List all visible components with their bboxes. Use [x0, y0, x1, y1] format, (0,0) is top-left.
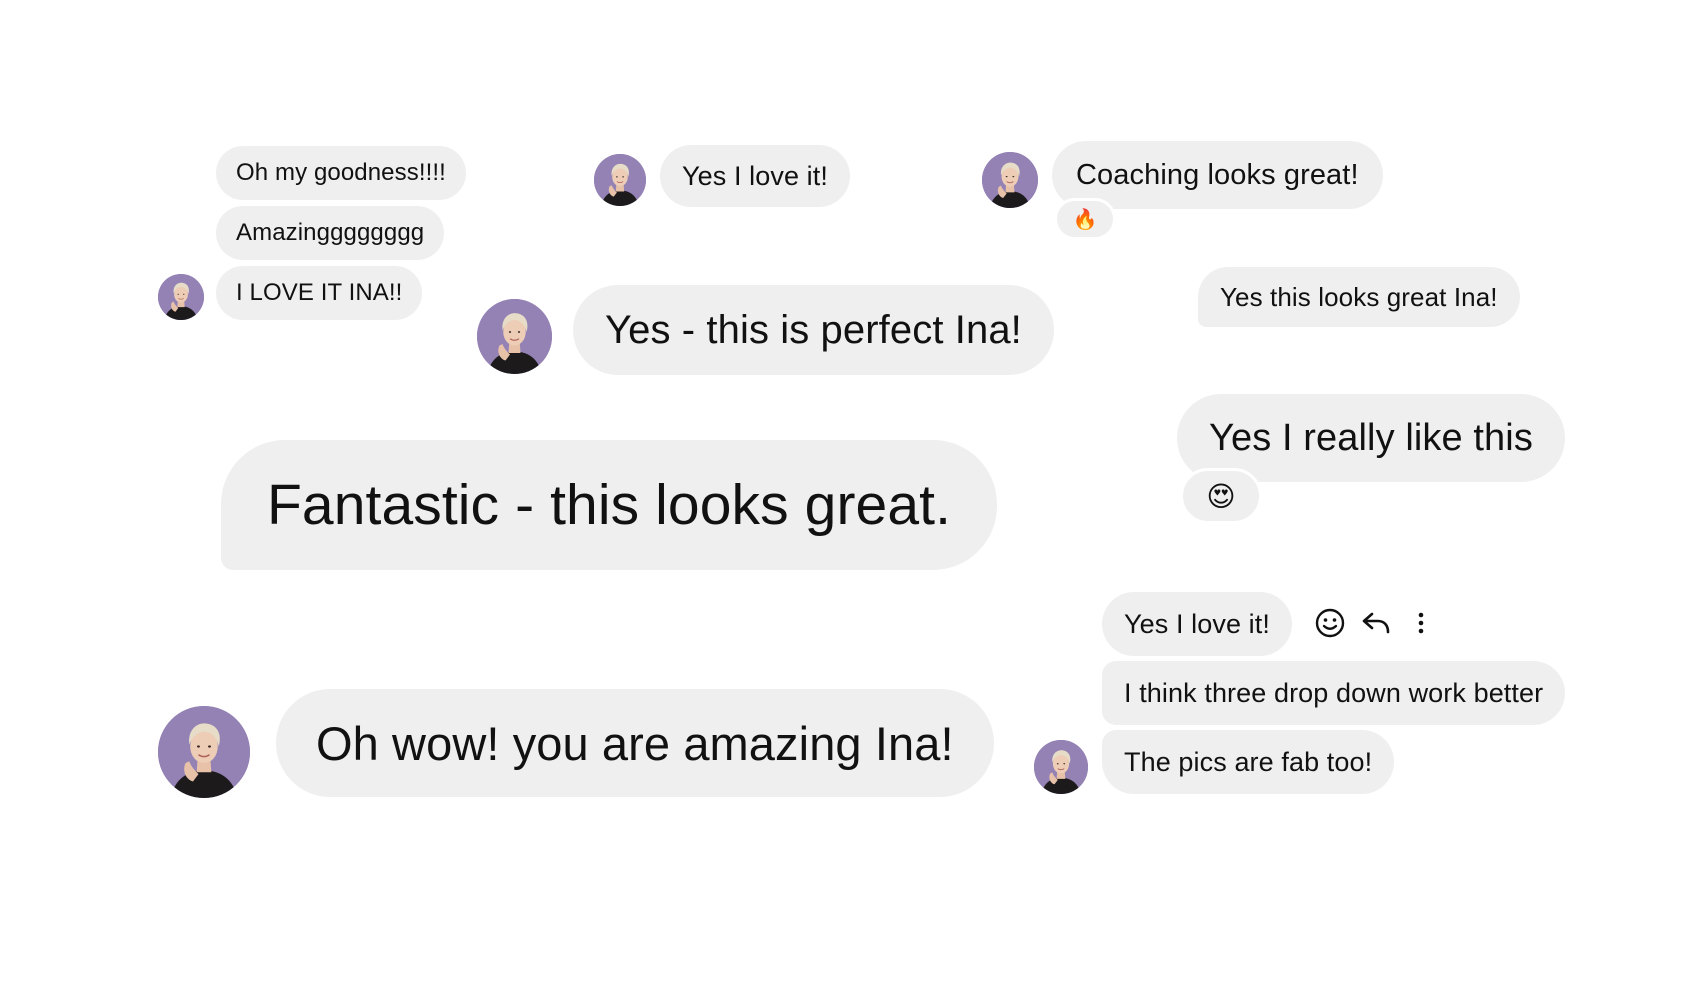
message-text: Amazingggggggg — [236, 219, 425, 246]
message-text: I think three drop down work better — [1124, 677, 1544, 708]
avatar[interactable] — [158, 274, 204, 320]
message-text: Yes - this is perfect Ina! — [605, 307, 1022, 352]
avatar[interactable] — [158, 706, 250, 798]
avatar[interactable] — [477, 299, 552, 374]
reaction-badge[interactable]: 🔥 — [1054, 198, 1116, 240]
avatar[interactable] — [594, 154, 646, 206]
message-text: Oh my goodness!!!! — [236, 159, 446, 186]
message-text: Yes I love it! — [1124, 608, 1270, 639]
message-text: Yes this looks great Ina! — [1220, 281, 1498, 312]
message-bubble[interactable]: The pics are fab too! — [1102, 730, 1395, 794]
message-text: Fantastic - this looks great. — [267, 473, 952, 537]
message-text: Yes I love it! — [682, 160, 828, 191]
message-bubble[interactable]: Yes I love it! — [660, 145, 850, 207]
more-vertical-icon[interactable] — [1404, 606, 1438, 640]
message-text: Coaching looks great! — [1076, 158, 1359, 191]
fire-emoji-icon: 🔥 — [1072, 208, 1098, 231]
message-bubble[interactable]: Yes this looks great Ina! — [1198, 267, 1520, 327]
message-text: I LOVE IT INA!! — [236, 279, 403, 306]
message-bubble[interactable]: Oh my goodness!!!! — [216, 146, 466, 200]
message-bubble[interactable]: I think three drop down work better — [1102, 661, 1566, 725]
message-bubble[interactable]: Oh wow! you are amazing Ina! — [276, 689, 994, 797]
message-bubble[interactable]: Amazingggggggg — [216, 206, 445, 260]
message-text: The pics are fab too! — [1124, 746, 1373, 777]
avatar[interactable] — [982, 152, 1038, 208]
avatar[interactable] — [1034, 740, 1088, 794]
message-bubble[interactable]: Fantastic - this looks great. — [221, 440, 998, 570]
reply-arrow-icon[interactable] — [1359, 606, 1393, 640]
message-bubble[interactable]: I LOVE IT INA!! — [216, 266, 423, 320]
message-text: Oh wow! you are amazing Ina! — [316, 716, 954, 770]
message-bubble[interactable]: Yes I love it! — [1102, 592, 1292, 656]
message-text: Yes I really like this — [1209, 416, 1533, 459]
smiley-icon[interactable] — [1313, 606, 1347, 640]
heart-eyes-emoji-icon: 😍 — [1206, 480, 1236, 512]
message-bubble[interactable]: Yes - this is perfect Ina! — [573, 285, 1054, 375]
reaction-badge[interactable]: 😍 — [1180, 468, 1262, 524]
